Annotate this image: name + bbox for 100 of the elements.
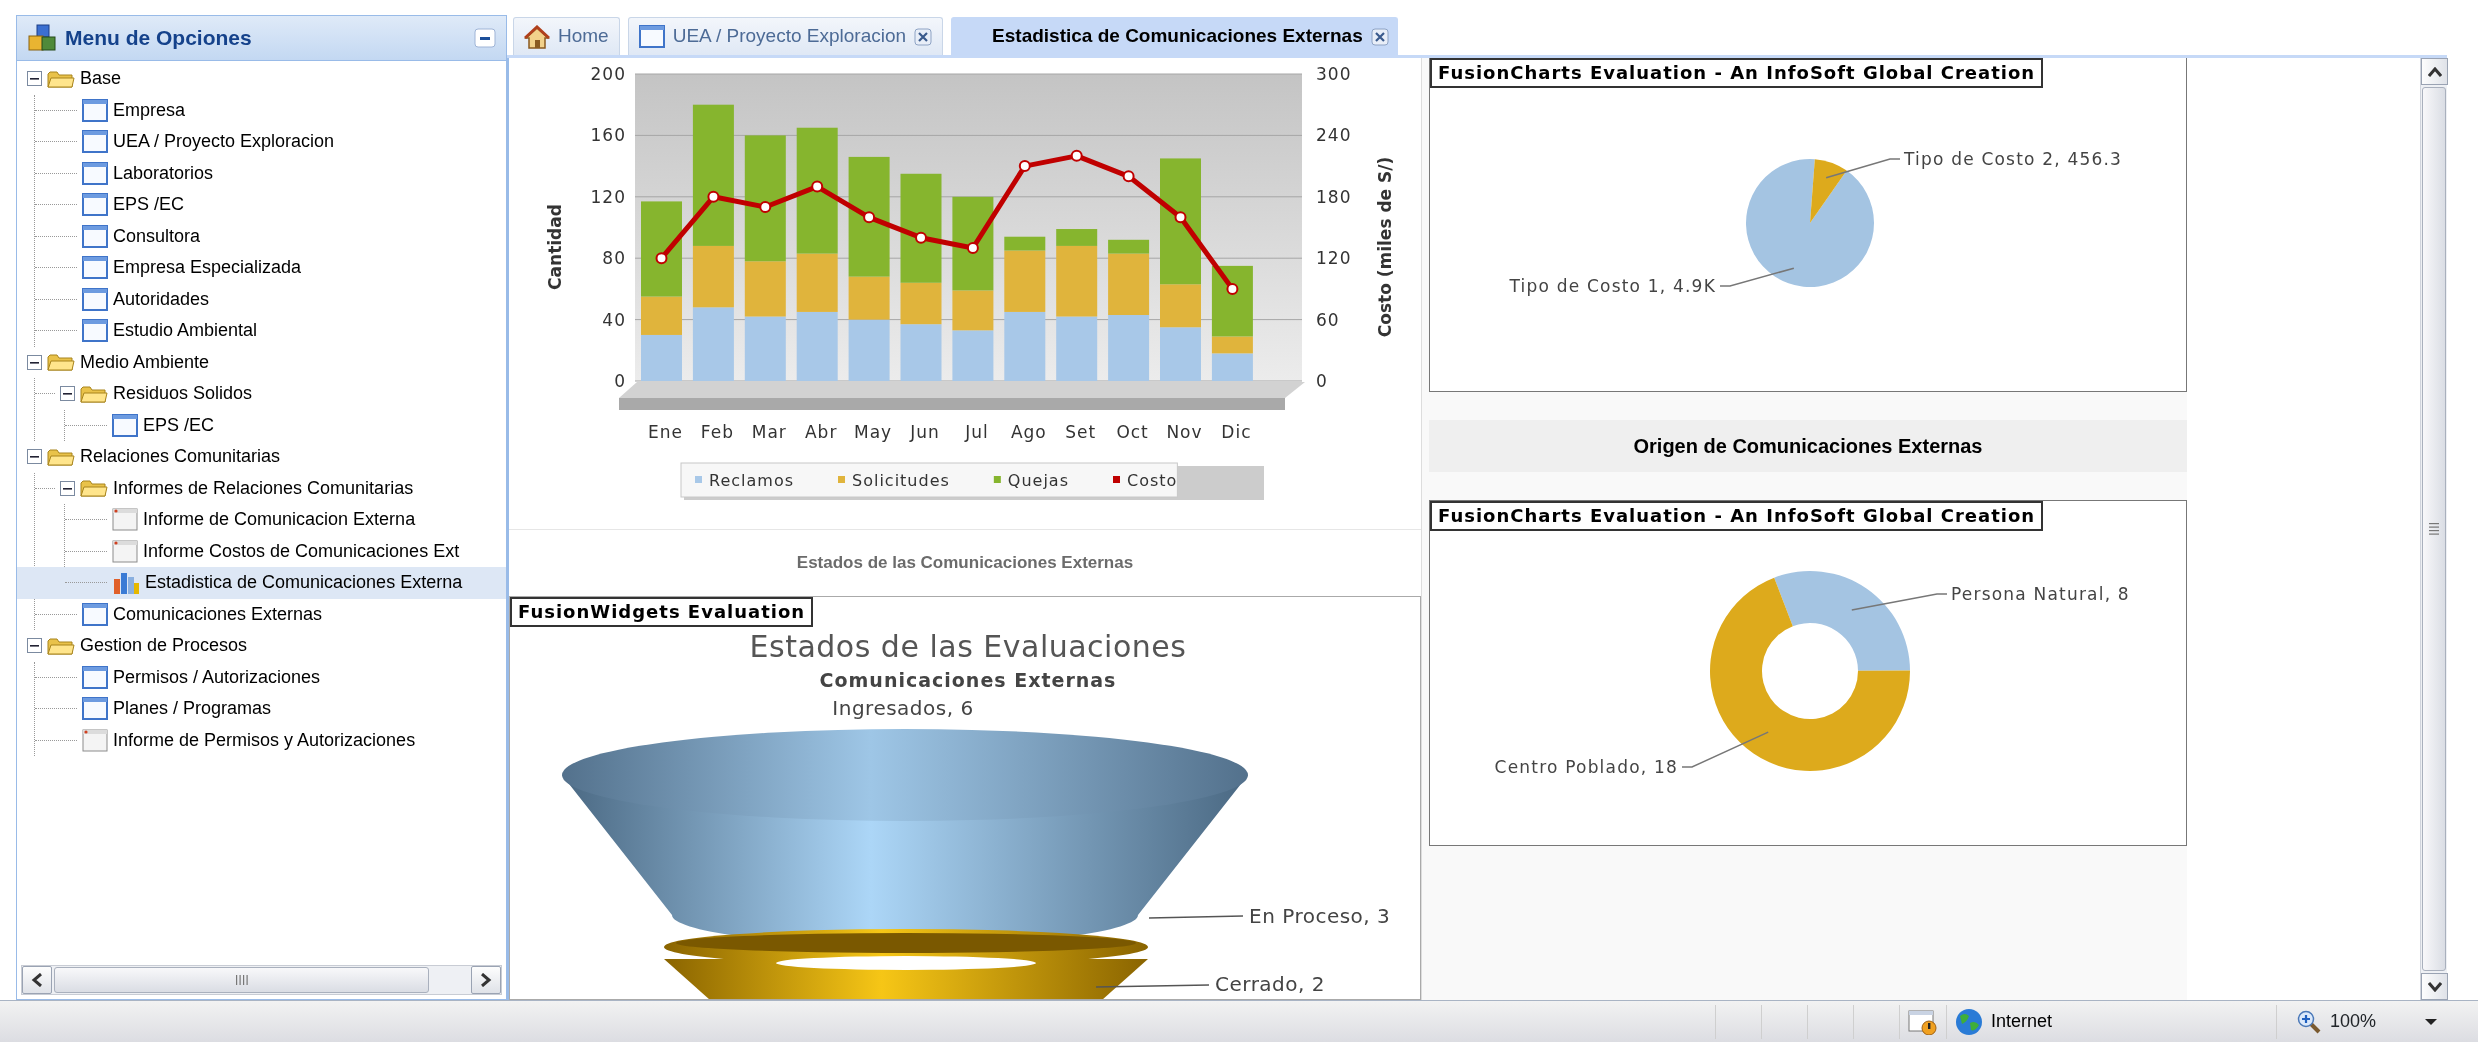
axis-label: 120: [1316, 248, 1352, 269]
page-warning-icon: [1907, 1008, 1938, 1035]
tree-item[interactable]: Relaciones Comunitarias: [27, 441, 506, 473]
evaluation-notice: FusionCharts Evaluation - An InfoSoft Global Creation: [1430, 501, 2044, 531]
tree-item[interactable]: EPS /EC: [35, 189, 506, 221]
tree-item[interactable]: Medio Ambiente: [27, 346, 506, 378]
folder-icon: [47, 68, 75, 89]
evaluation-notice: FusionWidgets Evaluation: [510, 597, 814, 627]
axis-label: 160: [590, 125, 626, 146]
tree-item[interactable]: Consultora: [35, 220, 506, 252]
panel-title: Menu de Opciones: [65, 25, 253, 52]
expander-icon[interactable]: [60, 386, 75, 402]
folder-icon: [80, 383, 108, 404]
tree-item[interactable]: Estadistica de Comunicaciones Externa: [17, 567, 506, 599]
zoom-button[interactable]: 100%: [2296, 1008, 2376, 1035]
tab[interactable]: Estadistica de Comunicaciones Externas: [951, 17, 1398, 55]
tree-item[interactable]: Comunicaciones Externas: [35, 598, 506, 630]
tree-item[interactable]: Informe Costos de Comunicaciones Ext: [65, 535, 506, 567]
tree-item[interactable]: Planes / Programas: [35, 693, 506, 725]
axis-label: Mar: [751, 422, 787, 442]
window-icon: [82, 287, 108, 311]
chevron-right-icon: [480, 973, 492, 987]
expander-icon[interactable]: [27, 71, 42, 87]
tree-item[interactable]: Permisos / Autorizaciones: [35, 661, 506, 693]
tree-item[interactable]: Informe de Comunicacion Externa: [65, 504, 506, 536]
bar-segment: [848, 319, 890, 381]
window-icon: [82, 193, 108, 217]
tab[interactable]: Home: [513, 17, 620, 55]
axis-title: Cantidad: [545, 204, 565, 290]
axis-label: 80: [602, 248, 626, 269]
blocks-icon: [27, 24, 57, 52]
bar-segment: [1056, 316, 1098, 381]
data-point: [655, 252, 668, 265]
window-icon: [82, 256, 108, 280]
folder-icon: [47, 635, 75, 656]
tree-item[interactable]: Laboratorios: [35, 157, 506, 189]
axis-label: Dic: [1221, 422, 1252, 442]
axis-label: Nov: [1166, 422, 1203, 442]
grip-icon: [2428, 522, 2440, 536]
tree-item[interactable]: UEA / Proyecto Exploracion: [35, 126, 506, 158]
data-point: [966, 241, 979, 254]
close-icon[interactable]: [1370, 27, 1389, 46]
axis-label: Ago: [1010, 422, 1047, 442]
axis-label: 240: [1316, 125, 1352, 146]
tree-item[interactable]: Residuos Solidos: [35, 378, 506, 410]
data-point: [863, 211, 876, 224]
bar-segment: [796, 311, 838, 381]
tab[interactable]: UEA / Proyecto Exploracion: [627, 17, 944, 55]
data-label: Cerrado, 2: [1215, 972, 1325, 996]
tree-item[interactable]: Empresa Especializada: [35, 252, 506, 284]
axis-label: Oct: [1116, 422, 1149, 442]
window-icon: [82, 319, 108, 343]
bar-segment: [952, 330, 994, 381]
tree-item[interactable]: Empresa: [35, 94, 506, 126]
axis-label: May: [854, 422, 893, 442]
tree-item[interactable]: Autoridades: [35, 283, 506, 315]
globe-icon: [1954, 1007, 1983, 1036]
bar-segment: [900, 324, 942, 381]
window-icon: [112, 539, 138, 563]
evaluation-notice: FusionCharts Evaluation - An InfoSoft Global Creation: [1430, 58, 2044, 88]
expander-icon[interactable]: [27, 354, 42, 370]
scroll-down-button[interactable]: [2421, 973, 2448, 1000]
tree-item[interactable]: Estudio Ambiental: [35, 315, 506, 347]
window-icon: [638, 25, 665, 48]
window-icon: [82, 728, 108, 752]
collapse-icon[interactable]: [474, 28, 496, 48]
axis-label: 120: [590, 186, 626, 207]
scroll-left-button[interactable]: [22, 966, 52, 994]
tree-item[interactable]: EPS /EC: [65, 409, 506, 441]
bar-segment: [744, 316, 786, 381]
scroll-thumb[interactable]: [2422, 87, 2446, 971]
scrollbar[interactable]: [21, 965, 502, 995]
chevron-up-icon: [2427, 66, 2442, 77]
bar-chart-icon: [112, 570, 140, 595]
legend-label: Costo: [1127, 471, 1178, 490]
tree-item[interactable]: Gestion de Procesos: [27, 630, 506, 662]
data-label: Tipo de Costo 2, 456.3: [1904, 149, 2123, 169]
axis-label: Feb: [700, 422, 734, 442]
section-heading: Estados de las Comunicaciones Externas: [796, 552, 1134, 575]
window-icon: [82, 98, 108, 122]
data-point: [1174, 211, 1187, 224]
folder-icon: [47, 352, 75, 373]
window-icon: [82, 161, 108, 185]
window-icon: [82, 602, 108, 626]
scroll-right-button[interactable]: [471, 966, 501, 994]
caret-icon[interactable]: [2424, 1017, 2438, 1026]
expander-icon[interactable]: [27, 638, 42, 654]
legend-swatch: [695, 476, 702, 483]
scrollbar[interactable]: [2420, 58, 2447, 1000]
tree-item[interactable]: Informe de Permisos y Autorizaciones: [35, 724, 506, 756]
data-point: [1122, 170, 1135, 183]
scroll-thumb[interactable]: [54, 967, 429, 993]
tree-item[interactable]: Informes de Relaciones Comunitarias: [35, 472, 506, 504]
data-label: Persona Natural, 8: [1951, 584, 2130, 604]
close-icon[interactable]: [914, 27, 933, 46]
scroll-up-button[interactable]: [2421, 58, 2448, 85]
expander-icon[interactable]: [27, 449, 42, 465]
tree-item[interactable]: Base: [27, 63, 506, 95]
data-label: Tipo de Costo 1, 4.9K: [1509, 276, 1716, 296]
expander-icon[interactable]: [60, 480, 75, 496]
